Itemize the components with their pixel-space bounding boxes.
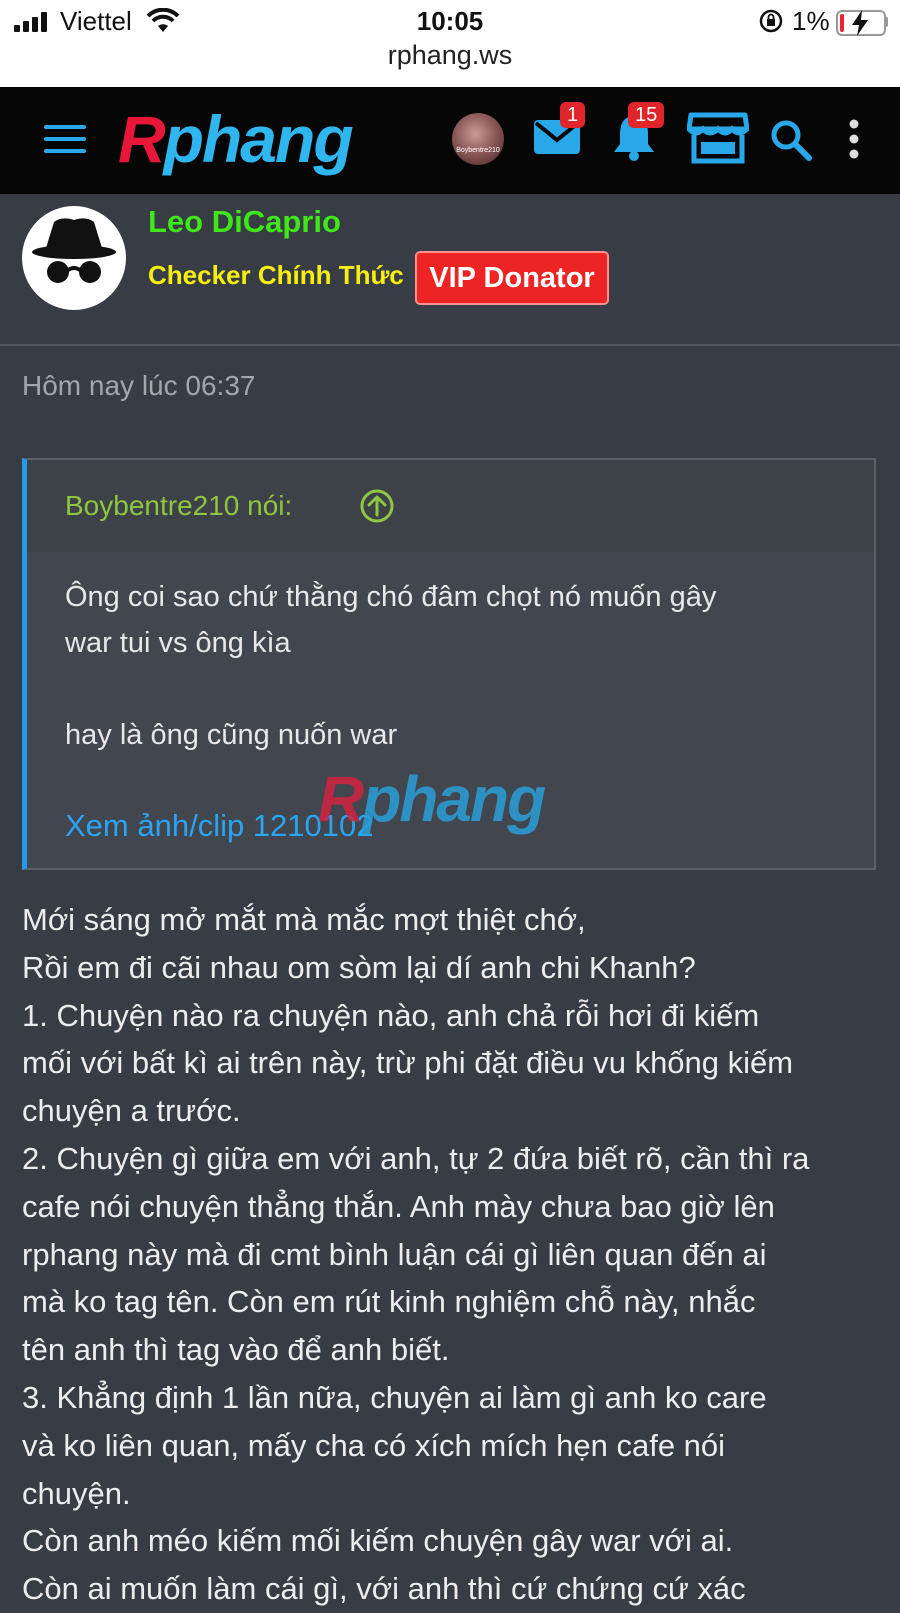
battery-percent: 1% [792, 6, 830, 36]
quote-author[interactable]: Boybentre210 nói: [65, 490, 292, 522]
search-button[interactable] [770, 119, 812, 166]
quote-body: Ông coi sao chứ thằng chó đâm chọt nó mu… [65, 581, 717, 751]
post-line: Còn anh méo kiếm mối kiếm chuyện gây war… [22, 1523, 734, 1559]
avatar-label: Boybentre210 [456, 147, 500, 154]
search-icon [771, 120, 812, 161]
post-line: mà ko tag tên. Còn em rút kinh nghiệm ch… [22, 1284, 756, 1320]
post-line: Rồi em đi cãi nhau om sòm lại dí anh chi… [22, 949, 696, 985]
post-line: Mới sáng mở mắt mà mắc mợt thiệt chớ, [22, 902, 586, 937]
post-line: chuyện a trước. [22, 1093, 241, 1129]
author-avatar[interactable] [22, 206, 126, 310]
top-nav: Rphang Boybentre210 1 15 [0, 87, 900, 194]
post-line: tên anh thì tag vào để anh biết. [22, 1332, 450, 1368]
status-bar: Viettel 10:05 rphang.ws 1% [0, 0, 900, 87]
quote-header: Boybentre210 nói: [27, 460, 874, 552]
post-user-header: Leo DiCaprio Checker Chính Thức VIP Dona… [0, 194, 900, 346]
vip-banner: VIP Donator [415, 251, 609, 305]
store-button[interactable] [686, 111, 750, 170]
post-line: mối với bất kì ai trên này, trừ phi đặt … [22, 1045, 794, 1081]
post-line: cafe nói chuyện thẳng thắn. Anh mày chưa… [22, 1188, 775, 1224]
store-icon [686, 112, 750, 164]
post-line: rphang này mà đi cmt bình luận cái gì li… [22, 1236, 767, 1272]
user-avatar-button[interactable]: Boybentre210 [452, 113, 504, 165]
address-bar-url[interactable]: rphang.ws [0, 40, 900, 71]
post-line: 3. Khẳng định 1 lần nữa, chuyện ai làm g… [22, 1379, 767, 1415]
jump-to-quote-icon[interactable] [359, 488, 395, 529]
incognito-icon [32, 218, 116, 283]
user-title: Checker Chính Thức [148, 260, 404, 290]
menu-icon[interactable] [44, 125, 86, 155]
post-body: Mới sáng mở mắt mà mắc mợt thiệt chớ, Rồ… [22, 896, 892, 1613]
battery-icon [836, 10, 886, 36]
alerts-badge: 15 [628, 102, 665, 128]
more-options-button[interactable] [848, 119, 860, 164]
messages-badge: 1 [560, 102, 586, 128]
view-media-link[interactable]: Xem ảnh/clip 1210102 [65, 808, 374, 844]
rotation-lock-icon [758, 9, 784, 38]
quote-block: Boybentre210 nói: Ông coi sao chứ thằng … [22, 458, 876, 870]
battery-cap [885, 17, 888, 27]
post-date[interactable]: Hôm nay lúc 06:37 [22, 370, 255, 402]
logo-text: phang [163, 102, 354, 176]
logo-r: R [118, 102, 166, 176]
post-line: Còn ai muốn làm cái gì, với anh thì cứ c… [22, 1571, 746, 1607]
author-name[interactable]: Leo DiCaprio [148, 204, 341, 240]
post-line: 1. Chuyện nào ra chuyện nào, anh chả rỗi… [22, 997, 760, 1033]
alerts-button[interactable]: 15 [612, 102, 665, 167]
messages-button[interactable]: 1 [534, 102, 586, 159]
post-line: 2. Chuyện gì giữa em với anh, tự 2 đứa b… [22, 1140, 810, 1176]
kebab-menu-icon [849, 119, 859, 159]
battery-level [840, 14, 844, 32]
post-line: chuyện. [22, 1475, 131, 1511]
site-logo[interactable]: Rphang [118, 102, 354, 176]
post-line: và ko liên quan, mấy cha có xích mích hẹ… [22, 1427, 726, 1463]
